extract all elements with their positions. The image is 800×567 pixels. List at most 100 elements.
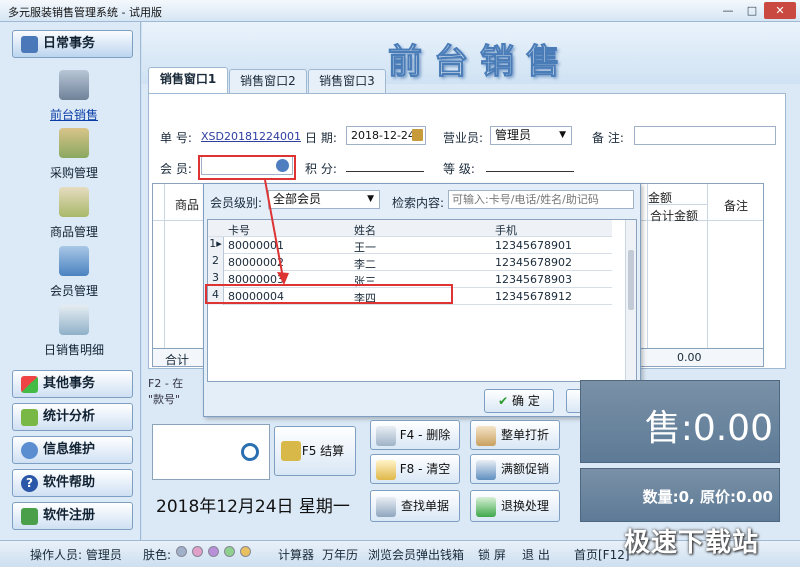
chevron-down-icon: ▼ <box>559 130 566 140</box>
whole-discount-button[interactable]: 整单打折 <box>470 420 560 450</box>
tab-sales-window-2[interactable]: 销售窗口2 <box>229 69 307 93</box>
sum-value: 0.00 <box>677 351 702 364</box>
confirm-button[interactable]: ✔ 确 定 <box>484 389 554 413</box>
computer-icon <box>59 70 89 100</box>
help-button[interactable]: ? 软件帮助 <box>12 469 133 497</box>
calculator-link[interactable]: 计算器 <box>278 546 314 563</box>
scrollbar-thumb[interactable] <box>628 250 634 310</box>
note-label: 备 注: <box>592 131 624 145</box>
member-label: 会 员: <box>160 162 192 176</box>
nav-products[interactable]: 商品管理 <box>14 185 134 243</box>
current-date: 2018年12月24日 星期一 <box>156 497 350 517</box>
info-maintenance-button[interactable]: 信息维护 <box>12 436 133 464</box>
gear-icon <box>21 442 38 459</box>
clear-icon <box>376 460 396 480</box>
cell-phone: 12345678901 <box>495 239 572 252</box>
skin-color-2[interactable] <box>192 546 203 557</box>
report-icon <box>59 305 89 335</box>
exit-link[interactable]: 退 出 <box>522 546 550 563</box>
sum-label: 合计 <box>165 353 190 367</box>
skin-color-5[interactable] <box>240 546 251 557</box>
level-label: 等 级: <box>443 162 475 176</box>
operator-status: 操作人员: 管理员 <box>30 548 122 562</box>
grid-line <box>164 184 165 348</box>
refresh-icon <box>476 497 496 517</box>
title-bar: 多元服装销售管理系统 - 试用版 — □ ✕ <box>0 0 800 22</box>
coins-icon <box>281 441 301 461</box>
browse-member-link[interactable]: 浏览会员 <box>368 546 416 563</box>
close-button[interactable]: ✕ <box>764 2 796 19</box>
cell-phone: 12345678912 <box>495 290 572 303</box>
skin-color-4[interactable] <box>224 546 235 557</box>
vertical-scrollbar[interactable] <box>625 220 636 381</box>
cash-drawer-link[interactable]: 弹出钱箱 <box>416 546 464 563</box>
order-number: XSD20181224001 <box>201 130 301 143</box>
grid-line <box>647 184 648 348</box>
quantity-display: 数量:0, 原价:0.00 <box>580 468 780 522</box>
page-title: 前台销售 <box>388 42 572 83</box>
order-label: 单 号: <box>160 131 192 145</box>
nav-purchase[interactable]: 采购管理 <box>14 126 134 184</box>
other-affairs-button[interactable]: 其他事务 <box>12 370 133 398</box>
cube-icon <box>21 409 38 426</box>
note-input[interactable] <box>634 126 776 145</box>
skin-color-1[interactable] <box>176 546 187 557</box>
home-link[interactable]: 首页[F12] <box>574 546 630 563</box>
points-value <box>346 158 424 172</box>
return-button[interactable]: 退换处理 <box>470 490 560 522</box>
register-button[interactable]: 软件注册 <box>12 502 133 530</box>
clerk-select[interactable]: 管理员 ▼ <box>490 126 572 145</box>
cell-phone: 12345678903 <box>495 273 572 286</box>
delete-button[interactable]: F4 - 删除 <box>370 420 460 450</box>
row-number: 2 <box>208 254 224 271</box>
member-icon <box>59 246 89 276</box>
nav-front-sales[interactable]: 前台销售 <box>14 68 134 126</box>
highlight-member-row <box>205 284 453 304</box>
level-value <box>486 158 574 172</box>
annotation-arrow <box>264 179 289 285</box>
search-label: 检索内容: <box>392 196 445 210</box>
skin-color-3[interactable] <box>208 546 219 557</box>
quantity-price: 数量:0, 原价:0.00 <box>642 488 773 506</box>
product-icon <box>59 187 89 217</box>
help-icon: ? <box>21 475 38 492</box>
minimize-button[interactable]: — <box>716 2 740 19</box>
header-divider <box>647 204 707 205</box>
date-field[interactable]: 2018-12-24 <box>346 126 426 145</box>
statistics-button[interactable]: 统计分析 <box>12 403 133 431</box>
cell-name: 李二 <box>354 258 376 271</box>
magnifier-icon[interactable] <box>241 443 259 461</box>
notebook-icon <box>21 36 38 53</box>
col-name: 姓名 <box>354 224 376 237</box>
cell-phone: 12345678902 <box>495 256 572 269</box>
nav-daily-detail[interactable]: 日销售明细 <box>14 303 134 361</box>
find-order-button[interactable]: 查找单据 <box>370 490 460 522</box>
document-search-icon <box>376 497 396 517</box>
barcode-box[interactable] <box>152 424 270 480</box>
calendar-icon[interactable] <box>412 129 423 141</box>
promo-icon <box>476 460 496 480</box>
checkout-button[interactable]: F5 结算 <box>274 426 356 476</box>
delete-icon <box>376 426 396 446</box>
clerk-label: 营业员: <box>443 131 484 145</box>
maximize-button[interactable]: □ <box>740 2 764 19</box>
member-search-input[interactable] <box>448 190 634 209</box>
promo-button[interactable]: 满额促销 <box>470 454 560 484</box>
daily-affairs-button[interactable]: 日常事务 <box>12 30 133 58</box>
sale-total-display: 售:0.00 <box>580 380 780 463</box>
lock-screen-link[interactable]: 锁 屏 <box>478 546 506 563</box>
check-icon: ✔ <box>498 394 509 408</box>
tab-sales-window-3[interactable]: 销售窗口3 <box>308 69 386 93</box>
col-phone: 手机 <box>495 224 517 237</box>
register-icon <box>21 508 38 525</box>
clear-button[interactable]: F8 - 清空 <box>370 454 460 484</box>
purchase-icon <box>59 128 89 158</box>
col-note: 备注 <box>724 199 749 213</box>
grid-line <box>707 184 708 348</box>
calendar-link[interactable]: 万年历 <box>322 546 358 563</box>
col-total-amount: 合计金额 <box>650 209 699 223</box>
tab-sales-window-1[interactable]: 销售窗口1 <box>148 67 228 93</box>
windows-icon <box>21 376 38 393</box>
nav-members[interactable]: 会员管理 <box>14 244 134 302</box>
date-label: 日 期: <box>305 131 337 145</box>
